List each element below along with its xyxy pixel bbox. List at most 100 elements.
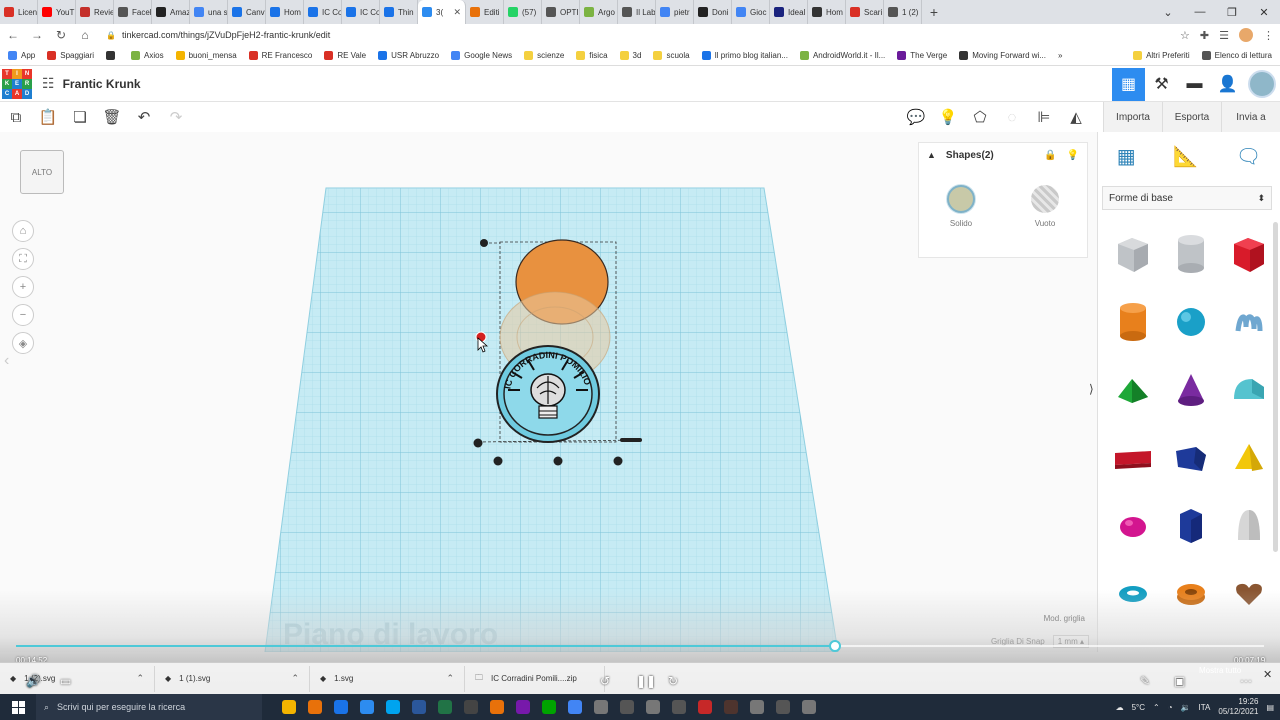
view-cube[interactable]: ALTO xyxy=(20,150,64,194)
taskbar-app-icon[interactable] xyxy=(590,694,612,720)
close-tab-icon[interactable]: ✕ xyxy=(453,7,461,18)
bookmark-item[interactable]: USR Abruzzo xyxy=(378,51,439,60)
tray-chevron-icon[interactable]: ⌃ xyxy=(1153,703,1160,712)
taskbar-app-icon[interactable] xyxy=(642,694,664,720)
close-downloads-icon[interactable]: ✕ xyxy=(1263,668,1272,681)
menu-icon[interactable]: ⋮ xyxy=(1263,29,1274,42)
browser-tab[interactable]: Canv xyxy=(228,0,266,24)
taskbar-app-icon[interactable] xyxy=(304,694,326,720)
restore-icon[interactable]: ❐ xyxy=(1216,0,1248,24)
copy-icon[interactable]: ⧉ xyxy=(0,102,32,132)
browser-tab[interactable]: 1 (2) xyxy=(884,0,922,24)
sphere-shape[interactable] xyxy=(1162,288,1220,356)
heart-shape[interactable] xyxy=(1220,560,1278,628)
taskbar-app-icon[interactable] xyxy=(772,694,794,720)
scribble-shape[interactable] xyxy=(1220,288,1278,356)
volume-icon[interactable]: 🔊 xyxy=(26,674,41,688)
undo-icon[interactable]: ↶ xyxy=(128,102,160,132)
box-hole-shape[interactable] xyxy=(1104,220,1162,288)
bookmark-item[interactable]: fisica xyxy=(576,51,608,60)
bookmark-item[interactable]: 3d xyxy=(619,51,641,60)
user-avatar[interactable] xyxy=(1248,70,1276,98)
rewind-10-icon[interactable]: ↺ xyxy=(600,674,610,688)
download-item[interactable]: 🗀 IC Corradini Pomili....zip xyxy=(465,665,605,692)
add-user-icon[interactable]: 👤 xyxy=(1211,68,1244,101)
weather-icon[interactable]: ☁ xyxy=(1116,703,1124,712)
tinkercad-logo[interactable]: TINKERCAD xyxy=(2,68,32,99)
volume-tray-icon[interactable]: 🔉 xyxy=(1181,703,1191,712)
browser-tab[interactable]: pietr xyxy=(656,0,694,24)
weather-temp[interactable]: 5°C xyxy=(1132,703,1145,712)
chevron-right-icon[interactable]: ⟩ xyxy=(1089,382,1094,396)
bookmark-item[interactable]: Elenco di lettura xyxy=(1201,51,1272,60)
download-item[interactable]: ◆ 1.svg ⌃ xyxy=(310,665,465,692)
group-icon[interactable]: ⬠ xyxy=(964,102,996,132)
taskbar-app-icon[interactable] xyxy=(538,694,560,720)
back-icon[interactable]: ← xyxy=(6,28,20,42)
ruler-icon[interactable]: 📐 xyxy=(1173,144,1198,169)
bookmarks-overflow-button[interactable]: » xyxy=(1058,51,1062,60)
taskbar-app-icon[interactable] xyxy=(278,694,300,720)
browser-tab[interactable]: Editi xyxy=(466,0,504,24)
roof-shape[interactable] xyxy=(1104,356,1162,424)
paste-icon[interactable]: 📋 xyxy=(32,102,64,132)
taskbar-app-icon[interactable] xyxy=(798,694,820,720)
browser-tab[interactable]: Amaz xyxy=(152,0,190,24)
browser-tab[interactable]: Thin xyxy=(380,0,418,24)
redo-icon[interactable]: ↷ xyxy=(160,102,192,132)
chevron-down-icon[interactable]: ⌄ xyxy=(1152,0,1184,24)
browser-tab[interactable]: Argo xyxy=(580,0,618,24)
close-icon[interactable]: ✕ xyxy=(1248,0,1280,24)
pyramid-shape[interactable] xyxy=(1220,424,1278,492)
star-icon[interactable]: ☆ xyxy=(1180,29,1190,42)
more-icon[interactable]: ⋯ xyxy=(1240,674,1252,688)
polygon-shape[interactable] xyxy=(1162,492,1220,560)
designs-list-icon[interactable]: ☷ xyxy=(42,75,55,92)
taskbar-app-icon[interactable] xyxy=(694,694,716,720)
browser-tab[interactable]: IC Co xyxy=(304,0,342,24)
bookmark-item[interactable]: AndroidWorld.it - Il... xyxy=(799,51,885,60)
language-indicator[interactable]: ITA xyxy=(1199,703,1211,712)
hole-swatch[interactable] xyxy=(1031,185,1059,213)
chevron-up-icon[interactable]: ⌃ xyxy=(291,673,299,684)
light-bulb-icon[interactable]: 💡 xyxy=(1067,150,1079,161)
collapse-icon[interactable]: ▲ xyxy=(927,150,936,160)
prism-shape[interactable] xyxy=(1162,424,1220,492)
profile-avatar[interactable] xyxy=(1239,28,1253,42)
url-field[interactable]: 🔒 tinkercad.com/things/jZVuDpFjeH2-frant… xyxy=(102,26,1170,44)
bookmark-item[interactable]: Moving Forward wi... xyxy=(959,51,1046,60)
workplane-tool-icon[interactable]: ▦ xyxy=(1117,144,1136,169)
taskbar-app-icon[interactable] xyxy=(382,694,404,720)
zoom-out-icon[interactable]: − xyxy=(12,304,34,326)
captions-icon[interactable]: ▭ xyxy=(60,674,71,688)
delete-icon[interactable]: 🗑 xyxy=(96,102,128,132)
browser-tab[interactable]: Il Lab xyxy=(618,0,656,24)
bookmark-item[interactable]: RE Vale xyxy=(324,51,366,60)
forward-30-icon[interactable]: ↻ xyxy=(668,674,678,688)
chevron-up-icon[interactable]: ⌃ xyxy=(446,673,454,684)
action-button-send-to[interactable]: Invia a xyxy=(1221,102,1280,132)
bookmark-item[interactable]: The Verge xyxy=(897,51,947,60)
duplicate-icon[interactable]: ❏ xyxy=(64,102,96,132)
network-icon[interactable]: ◔ xyxy=(1168,703,1173,712)
bookmark-item[interactable]: RE Francesco xyxy=(248,51,312,60)
taskbar-app-icon[interactable] xyxy=(330,694,352,720)
browser-tab[interactable]: Ideal xyxy=(770,0,808,24)
taskbar-app-icon[interactable] xyxy=(668,694,690,720)
paraboloid-shape[interactable] xyxy=(1220,492,1278,560)
download-item[interactable]: ◆ 1 (2).svg ⌃ xyxy=(0,665,155,692)
bricks-icon[interactable]: ▬ xyxy=(1178,68,1211,101)
pip-icon[interactable]: ▣ xyxy=(1174,674,1185,688)
box-shape[interactable] xyxy=(1220,220,1278,288)
browser-tab[interactable]: 3(✕ xyxy=(418,0,466,24)
chevron-up-icon[interactable]: ⌃ xyxy=(136,673,144,684)
cylinder-shape[interactable] xyxy=(1104,288,1162,356)
forward-icon[interactable]: → xyxy=(30,28,44,42)
taskbar-app-icon[interactable] xyxy=(720,694,742,720)
zoom-in-icon[interactable]: + xyxy=(12,276,34,298)
library-scrollbar[interactable] xyxy=(1273,222,1278,552)
windows-start-icon[interactable] xyxy=(0,694,36,720)
minimize-icon[interactable]: — xyxy=(1184,0,1216,24)
bookmark-item[interactable] xyxy=(106,51,119,60)
bookmark-item[interactable]: Axios xyxy=(131,51,164,60)
